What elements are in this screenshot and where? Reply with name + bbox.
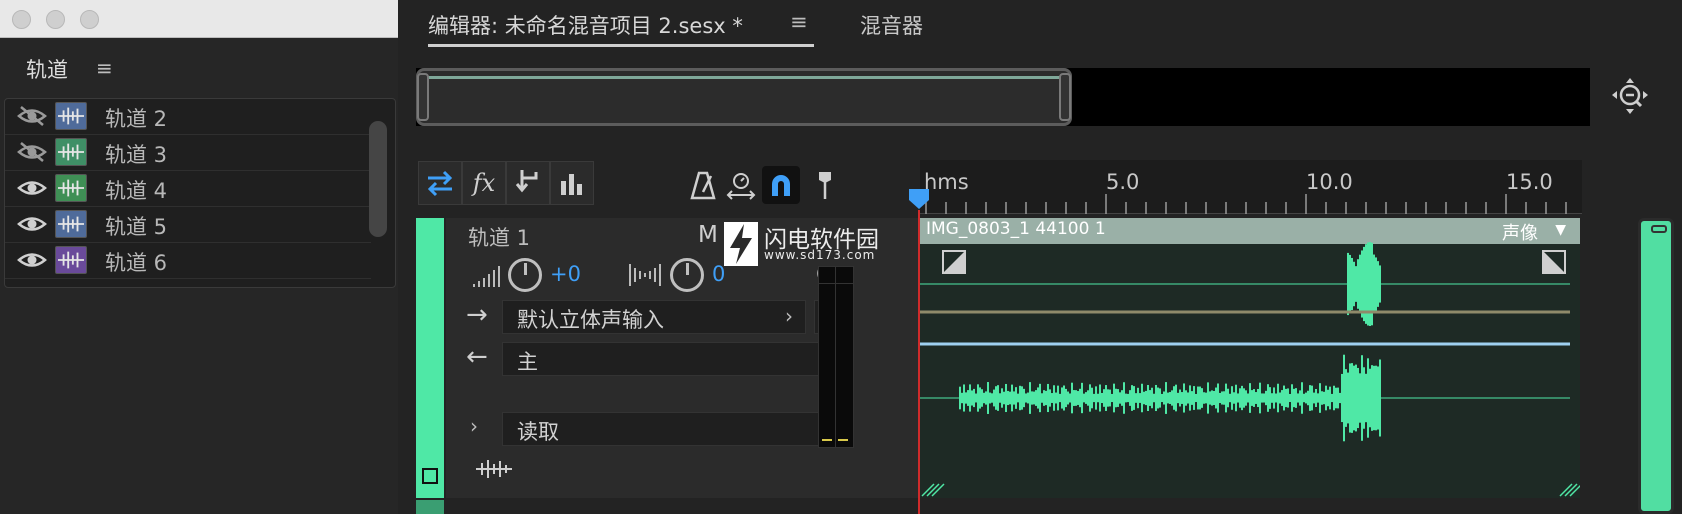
track-color-strip[interactable]	[416, 218, 444, 498]
zoom-navigator-selection[interactable]	[416, 68, 1072, 126]
volume-value[interactable]: +0	[550, 262, 581, 286]
volume-knob[interactable]	[508, 258, 542, 292]
snap-button[interactable]	[762, 166, 800, 204]
zoom-window-button[interactable]	[80, 10, 99, 29]
zoom-navigator-right-handle[interactable]	[1059, 73, 1071, 121]
audio-track-icon	[476, 460, 512, 478]
tab-editor[interactable]: 编辑器: 未命名混音项目 2.sesx *	[428, 10, 743, 40]
automation-mode-select[interactable]: 读取 ⌄	[502, 412, 850, 446]
audio-track-icon	[55, 138, 87, 166]
vertical-zoom-scrollbar[interactable]	[1638, 218, 1674, 514]
track-list-item-label: 轨道 3	[105, 143, 168, 167]
eye-icon[interactable]	[17, 249, 47, 271]
eye-off-icon[interactable]	[17, 105, 47, 127]
time-ruler[interactable]: hms 5.0 10.0 15.0	[920, 160, 1582, 214]
lightning-logo-icon	[724, 222, 758, 266]
playhead-line	[918, 210, 920, 514]
watermark-prefix: M	[698, 222, 718, 248]
active-tab-indicator	[428, 44, 814, 47]
tab-mixer[interactable]: 混音器	[860, 10, 923, 40]
time-stretch-button[interactable]	[722, 166, 760, 204]
track-list-item-label: 轨道 5	[105, 215, 168, 239]
track-list-item[interactable]: 轨道 2	[5, 99, 371, 135]
track-list-item[interactable]: 轨道 4	[5, 169, 371, 207]
track-list-item[interactable]: 轨道 6	[5, 241, 371, 279]
chevron-right-icon: ›	[785, 304, 793, 328]
track-name[interactable]: 轨道 1	[468, 222, 530, 252]
input-arrow-icon: →	[466, 300, 488, 330]
track-list-item-label: 轨道 6	[105, 251, 168, 275]
track-record-square[interactable]	[422, 468, 438, 484]
input-select-value: 默认立体声输入	[517, 308, 664, 332]
automation-mode-value: 读取	[517, 420, 559, 444]
inputs-outputs-button[interactable]	[418, 161, 462, 205]
zoom-navigator-left-handle[interactable]	[417, 73, 429, 121]
pan-icon	[629, 264, 661, 286]
pan-value[interactable]: 0	[712, 262, 725, 286]
metronome-icon	[690, 171, 716, 200]
zoom-to-fit-icon[interactable]	[1610, 76, 1650, 116]
sends-icon	[515, 170, 538, 193]
audio-track-icon	[55, 210, 87, 238]
close-window-button[interactable]	[12, 10, 31, 29]
window-titlebar	[0, 0, 398, 38]
vertical-scrollbar-handle[interactable]	[1651, 225, 1667, 233]
volume-icon	[473, 266, 500, 287]
track-header: 轨道 1 M 闪电软件园 www.sd173.com +0 0 ((•)) → …	[446, 218, 918, 498]
metronome-button[interactable]	[684, 166, 722, 204]
eye-off-icon[interactable]	[17, 141, 47, 163]
clip-waveform	[920, 242, 1580, 497]
track-list[interactable]: 轨道 2 轨道 3 轨道 4 轨道 5 轨道 6	[4, 98, 396, 288]
zoom-navigator[interactable]	[416, 68, 1590, 126]
output-select[interactable]: 主 ›	[502, 342, 850, 376]
audio-clip[interactable]: IMG_0803_1 44100 1 声像 ▼	[920, 218, 1580, 498]
magnet-icon	[772, 175, 790, 196]
automation-expand-icon[interactable]: ›	[470, 414, 478, 438]
audio-track-icon	[55, 174, 87, 202]
ruler-ticks	[925, 194, 1567, 214]
eye-icon[interactable]	[17, 213, 47, 235]
output-select-value: 主	[517, 350, 538, 374]
swap-arrows-icon	[427, 170, 453, 197]
next-track-color-strip	[416, 500, 444, 514]
editor-panel: 编辑器: 未命名混音项目 2.sesx * ≡ 混音器 fx hms 5.0 1…	[404, 0, 1682, 514]
marker-pin-icon	[819, 172, 831, 199]
watermark-url: www.sd173.com	[764, 248, 876, 262]
tracks-panel-title: 轨道	[26, 58, 68, 82]
marker-button[interactable]	[806, 166, 844, 204]
track-list-item-label: 轨道 2	[105, 107, 168, 131]
output-arrow-icon: ←	[466, 342, 488, 372]
track-level-meter	[818, 266, 854, 448]
minimize-window-button[interactable]	[46, 10, 65, 29]
sends-button[interactable]	[506, 161, 550, 205]
fx-icon: fx	[472, 169, 496, 197]
eq-bars-icon	[561, 174, 582, 195]
effects-rack-button[interactable]: fx	[462, 161, 506, 205]
pan-knob[interactable]	[670, 258, 704, 292]
track-list-item[interactable]: 轨道 5	[5, 205, 371, 243]
audio-track-icon	[55, 246, 87, 274]
tracks-panel-menu-icon[interactable]: ≡	[96, 56, 113, 80]
input-select[interactable]: 默认立体声输入 ›	[502, 300, 806, 334]
audio-track-icon	[55, 102, 87, 130]
eye-icon[interactable]	[17, 177, 47, 199]
stopwatch-arrows-icon	[726, 173, 756, 200]
tracks-panel-header: 轨道 ≡	[0, 38, 398, 98]
track-list-item[interactable]: 轨道 3	[5, 133, 371, 171]
track-list-item-label: 轨道 4	[105, 179, 168, 203]
track-controls-toolbar: fx	[418, 161, 598, 205]
editor-tab-menu-icon[interactable]: ≡	[790, 10, 808, 34]
track-list-scrollbar[interactable]	[369, 121, 387, 237]
tracks-panel: 轨道 ≡ 轨道 2 轨道 3 轨道 4 轨道 5 轨道 6	[0, 0, 398, 514]
eq-button[interactable]	[550, 161, 594, 205]
playhead-handle[interactable]	[908, 188, 930, 210]
